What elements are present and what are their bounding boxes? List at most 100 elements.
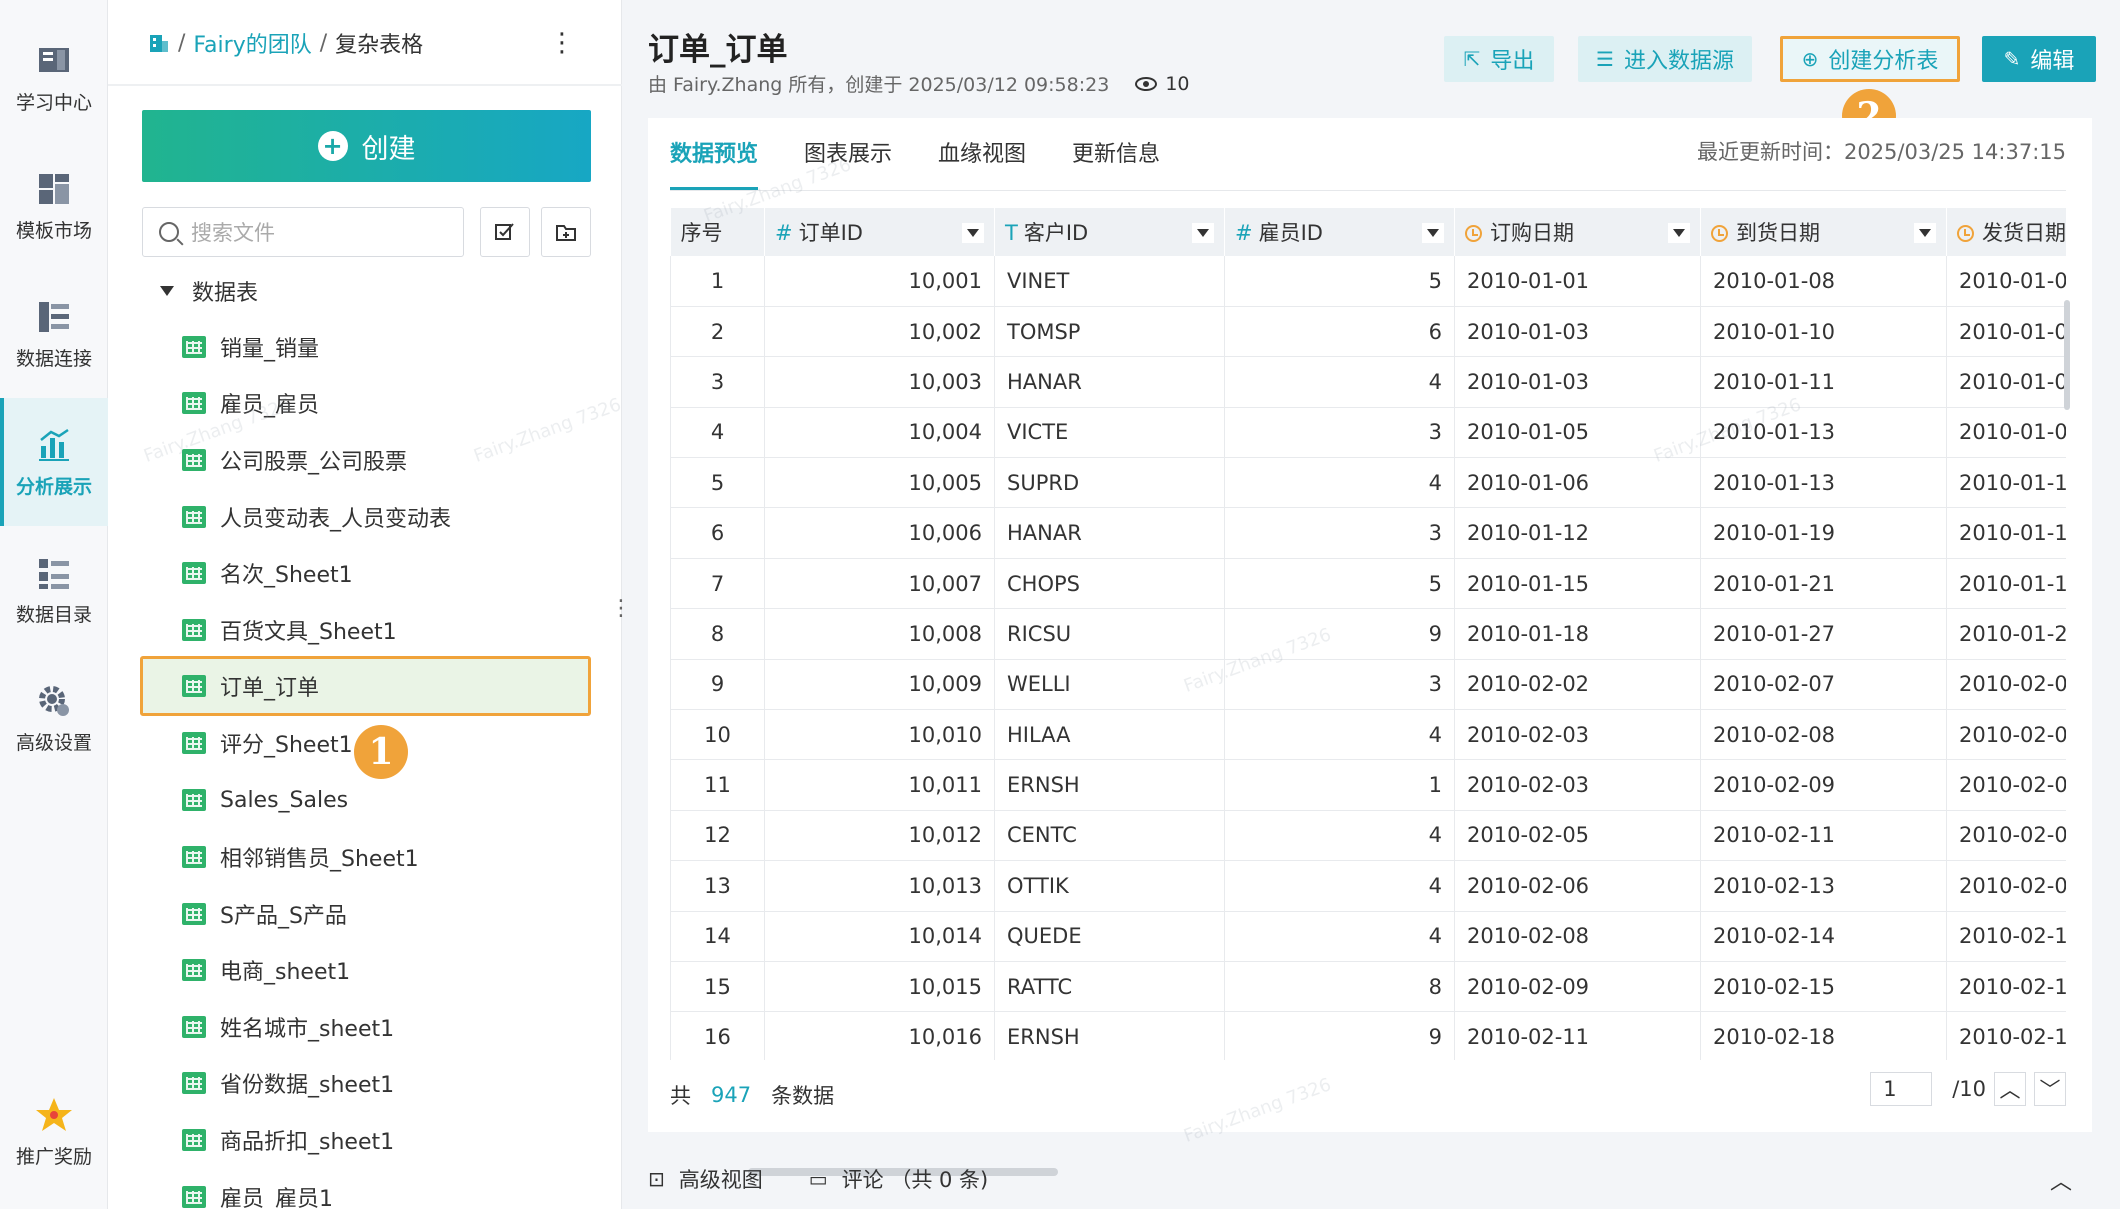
table-cell: 2010-02-07: [1700, 659, 1947, 711]
file-item[interactable]: 销量_销量: [182, 324, 319, 370]
table-cell: QUEDE: [994, 911, 1225, 962]
enter-datasource-button[interactable]: ☰ 进入数据源: [1578, 36, 1752, 82]
export-button[interactable]: ⇱ 导出: [1444, 36, 1554, 82]
table-cell: 2010-01-03: [1454, 356, 1701, 408]
table-row[interactable]: 6 10,006 HANAR 3 2010-01-12 2010-01-19 2010-01…: [670, 507, 2066, 559]
nav-learning-center[interactable]: 学习中心: [0, 14, 108, 142]
dropdown-icon[interactable]: [1914, 223, 1936, 243]
table-cell: CHOPS: [994, 558, 1225, 610]
table-cell: 2010-02-18: [1700, 1011, 1947, 1060]
create-button[interactable]: + 创建: [142, 110, 591, 182]
table-cell: 2010-02-03: [1454, 709, 1701, 761]
file-item[interactable]: Sales_Sales: [182, 777, 348, 823]
nav-advanced-settings[interactable]: 高级设置: [0, 654, 108, 782]
nav-referral-rewards[interactable]: 推广奖励: [0, 1068, 108, 1196]
file-item[interactable]: 姓名城市_sheet1: [182, 1004, 394, 1050]
table-row[interactable]: 7 10,007 CHOPS 5 2010-01-15 2010-01-21 2010-01…: [670, 558, 2066, 610]
dropdown-icon[interactable]: [962, 223, 984, 243]
tab-chart-display[interactable]: 图表展示: [804, 136, 892, 190]
tab-update-info[interactable]: 更新信息: [1072, 136, 1160, 190]
new-folder-button[interactable]: [541, 207, 591, 257]
file-label: 雇员_雇员: [220, 393, 320, 418]
file-item[interactable]: 电商_sheet1: [182, 947, 350, 993]
file-item[interactable]: 商品折扣_sheet1: [182, 1117, 394, 1163]
chevron-up-icon[interactable]: ︿: [2050, 1164, 2072, 1196]
table-row[interactable]: 15 10,015 RATTC 8 2010-02-09 2010-02-15 2010-0…: [670, 961, 2066, 1013]
table-row[interactable]: 2 10,002 TOMSP 6 2010-01-03 2010-01-10 2010-01…: [670, 306, 2066, 358]
table-body: 1 10,001 VINET 5 2010-01-01 2010-01-08 2010-01…: [670, 256, 2066, 1060]
file-item[interactable]: 雇员_雇员1: [182, 1174, 333, 1209]
nav-label: 模板市场: [15, 219, 92, 242]
dropdown-icon[interactable]: [1422, 223, 1444, 243]
table-cell: 2010-01-03: [1454, 306, 1701, 358]
breadcrumb-team[interactable]: Fairy的团队: [193, 27, 311, 59]
sheet-icon: [182, 336, 206, 358]
file-item[interactable]: 相邻销售员_Sheet1: [182, 834, 419, 880]
table-row[interactable]: 9 10,009 WELLI 3 2010-02-02 2010-02-07 2010-02…: [670, 659, 2066, 711]
table-cell: CENTC: [994, 810, 1225, 862]
file-item[interactable]: 省份数据_sheet1: [182, 1060, 394, 1106]
column-header[interactable]: # 雇员ID: [1224, 208, 1455, 256]
file-item[interactable]: 雇员_雇员: [182, 380, 319, 426]
column-header[interactable]: # 订单ID: [764, 208, 995, 256]
nav-template-market[interactable]: 模板市场: [0, 142, 108, 270]
column-header[interactable]: 发货日期: [1946, 208, 2066, 256]
team-icon[interactable]: [148, 32, 170, 54]
gear-icon: [39, 685, 69, 716]
dropdown-icon[interactable]: [1192, 223, 1214, 243]
last-updated: 最近更新时间：2025/03/25 14:37:15: [1696, 140, 2066, 164]
file-item[interactable]: 公司股票_公司股票: [182, 437, 407, 483]
table-row[interactable]: 11 10,011 ERNSH 1 2010-02-03 2010-02-09 2010-0…: [670, 759, 2066, 811]
column-header[interactable]: 序号: [670, 208, 765, 256]
column-header[interactable]: T 客户ID: [994, 208, 1225, 256]
tree-group-data-tables[interactable]: 数据表: [160, 276, 258, 306]
table-row[interactable]: 1 10,001 VINET 5 2010-01-01 2010-01-08 2010-01…: [670, 256, 2066, 307]
nav-analysis[interactable]: 分析展示: [0, 398, 108, 526]
table-row[interactable]: 3 10,003 HANAR 4 2010-01-03 2010-01-11 2010-01…: [670, 356, 2066, 408]
sheet-icon: [182, 506, 206, 528]
create-analysis-button[interactable]: ⊕ 创建分析表: [1780, 36, 1960, 82]
divider: [108, 84, 622, 86]
nav-data-catalog[interactable]: 数据目录: [0, 526, 108, 654]
page-number-input[interactable]: 1: [1870, 1072, 1933, 1106]
table-row[interactable]: 10 10,010 HILAA 4 2010-02-03 2010-02-08 2010-0…: [670, 709, 2066, 761]
file-item-selected[interactable]: 订单_订单: [182, 663, 319, 709]
nav-data-connection[interactable]: 数据连接: [0, 270, 108, 398]
nav-label: 数据连接: [15, 347, 92, 370]
table-cell: 10,011: [764, 759, 995, 811]
vertical-scrollbar[interactable]: [2064, 300, 2070, 410]
file-item[interactable]: 评分_Sheet1: [182, 720, 353, 766]
table-cell: 2010-01-17: [1946, 558, 2066, 610]
edit-button[interactable]: ✎ 编辑: [1982, 36, 2096, 82]
table-row[interactable]: 12 10,012 CENTC 4 2010-02-05 2010-02-11 2010-0…: [670, 810, 2066, 862]
search-input[interactable]: 搜索文件: [142, 207, 464, 257]
tab-data-preview[interactable]: 数据预览: [670, 136, 759, 190]
tab-lineage-view[interactable]: 血缘视图: [938, 136, 1026, 190]
file-label: 名次_Sheet1: [220, 563, 353, 588]
batch-select-button[interactable]: [480, 207, 530, 257]
file-item[interactable]: 人员变动表_人员变动表: [182, 494, 451, 540]
column-header[interactable]: 到货日期: [1700, 208, 1947, 256]
table: 序号 # 订单ID T 客户ID # 雇员ID 订购日期 到货日期 发货日期 1 10,…: [670, 208, 2066, 1060]
table-cell: 2010-02-10: [1946, 911, 2066, 962]
table-row[interactable]: 16 10,016 ERNSH 9 2010-02-11 2010-02-18 2010-0…: [670, 1011, 2066, 1060]
advanced-view-button[interactable]: ⊡ 高级视图: [648, 1164, 763, 1194]
total-prefix: 共: [670, 1084, 691, 1108]
column-header[interactable]: 订购日期: [1454, 208, 1701, 256]
table-row[interactable]: 5 10,005 SUPRD 4 2010-01-06 2010-01-13 2010-01…: [670, 457, 2066, 509]
table-row[interactable]: 4 10,004 VICTE 3 2010-01-05 2010-01-13 2010-01…: [670, 407, 2066, 459]
file-item[interactable]: S产品_S产品: [182, 891, 347, 937]
more-menu-icon[interactable]: ⋮: [549, 28, 575, 58]
sheet-icon: [182, 1072, 206, 1094]
comments-button[interactable]: ▭ 评论 （共 0 条): [809, 1164, 989, 1194]
table-row[interactable]: 8 10,008 RICSU 9 2010-01-18 2010-01-27 2010-01…: [670, 608, 2066, 660]
table-row[interactable]: 13 10,013 OTTIK 4 2010-02-06 2010-02-13 2010-0…: [670, 860, 2066, 912]
pen-icon: ✎: [2003, 47, 2021, 71]
file-item[interactable]: 百货文具_Sheet1: [182, 607, 397, 653]
page-up-button[interactable]: ︿: [1994, 1072, 2026, 1106]
left-nav: 学习中心 模板市场 数据连接 分析展示 数据目录 高级设置 推广奖励: [0, 0, 108, 1209]
page-down-button[interactable]: ﹀: [2034, 1072, 2066, 1106]
file-item[interactable]: 名次_Sheet1: [182, 550, 353, 596]
dropdown-icon[interactable]: [1668, 223, 1690, 243]
table-row[interactable]: 14 10,014 QUEDE 4 2010-02-08 2010-02-14 2010-0…: [670, 911, 2066, 962]
